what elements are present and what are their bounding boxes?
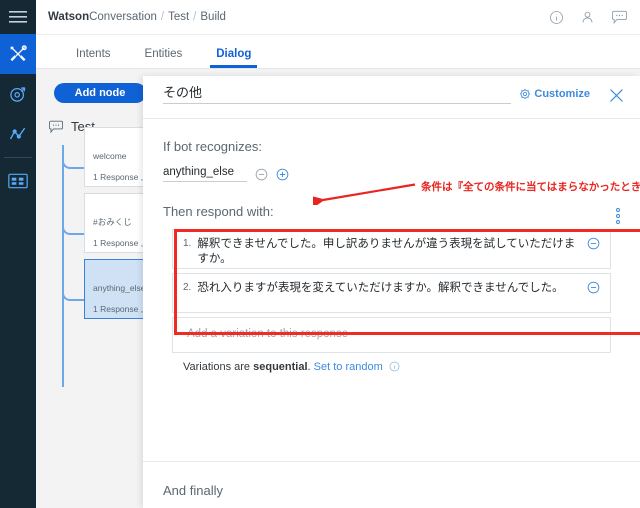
- breadcrumb-product-rest: Conversation: [89, 11, 157, 23]
- tree-connector-elbow: [62, 211, 86, 235]
- customize-label: Customize: [534, 88, 590, 100]
- condition-value[interactable]: anything_else: [163, 166, 247, 182]
- minus-circle-icon[interactable]: [581, 230, 610, 250]
- set-to-random-link[interactable]: Set to random: [314, 361, 383, 373]
- responses-list: 1. 解釈できませんでした。申し訳ありませんが違う表現を試していただけますか。 …: [163, 229, 640, 353]
- customize-button[interactable]: Customize: [519, 88, 590, 100]
- variations-note-suffix: .: [307, 361, 311, 373]
- gear-icon: [519, 88, 531, 100]
- info-circle-icon[interactable]: [389, 361, 400, 372]
- panel-body: If bot recognizes: anything_else 条件は『全ての…: [143, 119, 640, 508]
- breadcrumb-sep-2: /: [193, 11, 197, 23]
- rail-item-apps[interactable]: [0, 161, 36, 201]
- rail-divider: [4, 157, 32, 158]
- response-number: 2.: [183, 282, 192, 293]
- response-variation-row[interactable]: 1. 解釈できませんでした。申し訳ありませんが違う表現を試していただけますか。: [172, 229, 611, 269]
- panel-header: Customize: [143, 76, 640, 119]
- variations-mode: sequential: [253, 361, 308, 373]
- hamburger-menu-icon[interactable]: [0, 0, 36, 34]
- chat-bubble-icon[interactable]: [611, 10, 628, 25]
- breadcrumb: WatsonConversation / Test / Build: [48, 11, 226, 23]
- response-text[interactable]: 解釈できませんでした。申し訳ありませんが違う表現を試していただけますか。: [197, 230, 581, 267]
- left-nav-rail: [0, 0, 36, 508]
- rail-item-deploy[interactable]: [0, 74, 36, 114]
- top-bar-icons: [549, 0, 628, 34]
- condition-row: anything_else: [163, 166, 620, 182]
- tools-icon: [8, 44, 28, 64]
- deploy-icon: [8, 84, 28, 104]
- main-tabs: Intents Entities Dialog: [36, 34, 640, 68]
- breadcrumb-workspace[interactable]: Test: [168, 11, 189, 23]
- improve-chart-icon: [8, 124, 28, 144]
- breadcrumb-product: Watson: [48, 11, 90, 23]
- chat-bubble-icon: [48, 120, 64, 134]
- tree-connector-spine: [62, 147, 64, 387]
- responses-section-label: Then respond with:: [163, 204, 274, 219]
- node-name-input[interactable]: [163, 84, 511, 104]
- tree-connector-elbow: [62, 145, 86, 169]
- response-number: 1.: [183, 238, 192, 249]
- variations-note-prefix: Variations are: [183, 361, 254, 373]
- breadcrumb-section[interactable]: Build: [200, 11, 226, 23]
- response-text[interactable]: 恐れ入りますが表現を変えていただけますか。解釈できませんでした。: [197, 274, 581, 296]
- user-icon[interactable]: [580, 10, 595, 25]
- watson-conversation-app: WatsonConversation / Test / Build Intent…: [0, 0, 640, 508]
- minus-circle-icon[interactable]: [255, 168, 268, 182]
- finally-section: And finally Wait for user input: [143, 461, 640, 508]
- breadcrumb-sep-1: /: [160, 11, 165, 23]
- add-variation-placeholder: Add a variation to this response: [187, 328, 349, 340]
- top-bar: WatsonConversation / Test / Build: [36, 0, 640, 35]
- node-edit-panel: Customize If bot recognizes: anything_el…: [143, 76, 640, 508]
- tab-dialog[interactable]: Dialog: [210, 48, 258, 68]
- add-variation-input[interactable]: Add a variation to this response: [172, 317, 611, 353]
- tab-entities[interactable]: Entities: [145, 48, 183, 68]
- condition-section-label: If bot recognizes:: [163, 139, 262, 154]
- vertical-kebab-icon[interactable]: [616, 208, 620, 224]
- plus-circle-icon[interactable]: [276, 168, 289, 182]
- tree-connector-elbow: [62, 277, 86, 301]
- rail-item-build[interactable]: [0, 34, 36, 74]
- rail-item-improve[interactable]: [0, 114, 36, 154]
- tab-intents[interactable]: Intents: [76, 48, 111, 68]
- condition-section: If bot recognizes: anything_else 条件は『全ての…: [143, 119, 640, 205]
- minus-circle-icon[interactable]: [581, 274, 610, 294]
- response-variation-row[interactable]: 2. 恐れ入りますが表現を変えていただけますか。解釈できませんでした。: [172, 273, 611, 313]
- responses-section: Then respond with: 1. 解釈できませんでした。申し訳ありませ…: [143, 182, 640, 373]
- apps-grid-icon: [8, 173, 28, 189]
- variations-note: Variations are sequential. Set to random: [163, 353, 620, 373]
- info-circle-icon[interactable]: [549, 10, 564, 25]
- close-icon[interactable]: [606, 85, 626, 105]
- add-node-button[interactable]: Add node: [54, 83, 146, 103]
- finally-section-label: And finally: [163, 483, 223, 498]
